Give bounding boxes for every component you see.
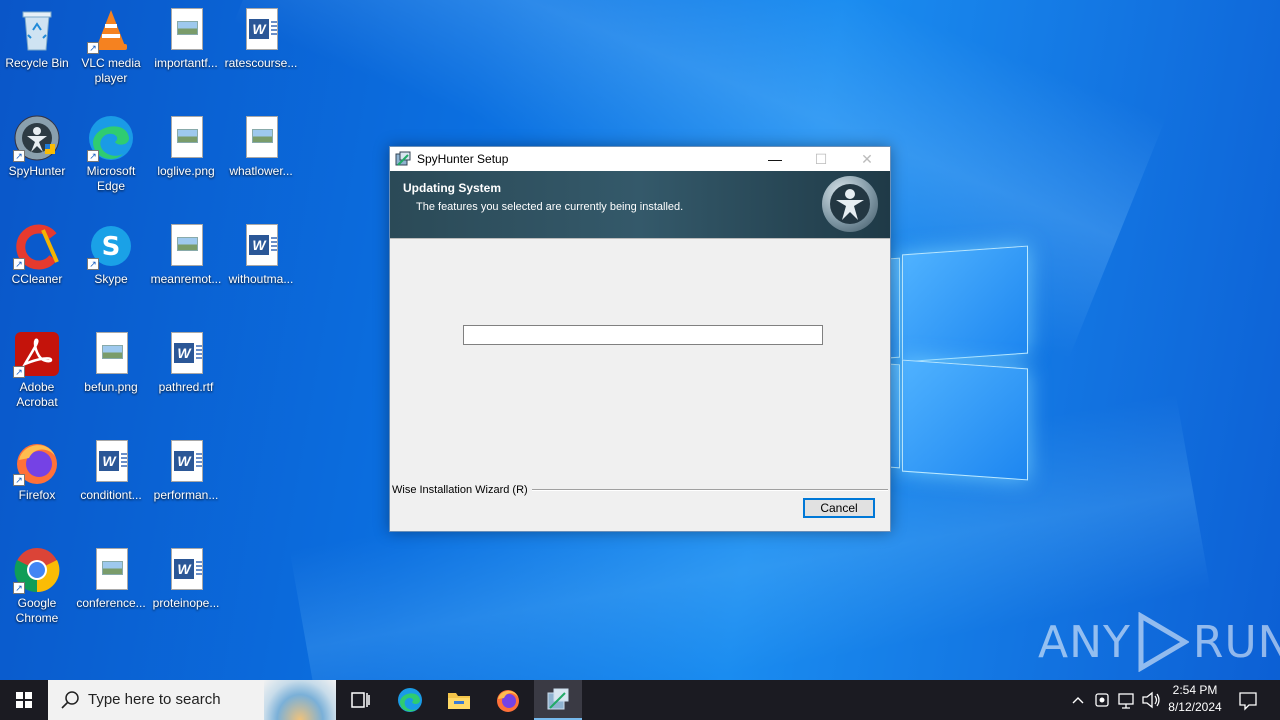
windows-logo-pane [902,359,1028,481]
tray-app-button[interactable] [1092,680,1112,720]
header-title: Updating System [403,181,502,195]
desktop-icon-microsoft-edge[interactable]: ↗ Microsoft Edge [74,114,148,194]
desktop-icon-spyhunter[interactable]: ↗ SpyHunter [0,114,74,179]
adobe-acrobat-icon: ↗ [13,330,61,378]
task-view-icon [351,692,370,708]
folder-icon [448,693,470,709]
taskbar-search-box[interactable]: Type here to search [48,680,336,720]
minimize-button[interactable]: — [752,147,798,171]
setup-app-icon [547,688,569,710]
search-icon [61,691,79,709]
word-document-icon: W [162,546,210,594]
image-file-icon [87,330,135,378]
setup-window: SpyHunter Setup — ☐ ✕ Updating System Th… [389,146,891,532]
recycle-bin-icon [13,6,61,54]
desktop-icon-befun-png[interactable]: befun.png [74,330,148,395]
desktop-icon-importantf[interactable]: importantf... [149,6,223,71]
taskbar-spyhunter-setup[interactable] [534,680,582,720]
cancel-button[interactable]: Cancel [803,498,875,518]
ccleaner-icon: ↗ [13,222,61,270]
clock-date: 8/12/2024 [1168,700,1222,714]
header-subtitle: The features you selected are currently … [416,201,684,213]
svg-text:S: S [102,232,121,262]
window-title: SpyHunter Setup [417,152,509,166]
spyhunter-logo-icon [822,176,878,232]
wizard-label: Wise Installation Wizard (R) [392,484,528,496]
windows-start-icon [16,692,32,708]
desktop-icon-firefox[interactable]: ↗ Firefox [0,438,74,503]
desktop-icon-skype[interactable]: S ↗ Skype [74,222,148,287]
chevron-up-icon [1072,697,1084,704]
image-file-icon [237,114,285,162]
install-progress-bar [463,325,823,345]
firefox-icon [497,690,519,712]
firefox-icon: ↗ [13,438,61,486]
word-document-icon: W [237,6,285,54]
search-highlight-image [264,680,336,720]
search-placeholder: Type here to search [88,691,221,708]
show-hidden-icons-button[interactable] [1068,680,1088,720]
desktop-icon-google-chrome[interactable]: ↗ Google Chrome [0,546,74,626]
setup-body: Wise Installation Wizard (R) Cancel [390,238,890,531]
desktop-icon-meanremot[interactable]: meanremot... [149,222,223,287]
setup-app-icon [395,151,411,167]
word-document-icon: W [162,438,210,486]
volume-button[interactable] [1140,680,1162,720]
desktop-icon-ratescourse[interactable]: W ratescourse... [224,6,298,71]
vlc-icon: ↗ [87,6,135,54]
desktop-icon-withoutma[interactable]: W withoutma... [224,222,298,287]
word-document-icon: W [87,438,135,486]
desktop-icon-adobe-acrobat[interactable]: ↗ Adobe Acrobat [0,330,74,410]
taskbar-file-explorer[interactable] [435,680,483,720]
word-document-icon: W [237,222,285,270]
task-view-button[interactable] [336,680,384,720]
desktop-icon-ccleaner[interactable]: ↗ CCleaner [0,222,74,287]
skype-icon: S ↗ [87,222,135,270]
image-file-icon [162,222,210,270]
close-button[interactable]: ✕ [844,147,890,171]
desktop-icon-recycle-bin[interactable]: Recycle Bin [0,6,74,71]
notifications-button[interactable] [1236,680,1260,720]
edge-icon [398,688,422,712]
network-button[interactable] [1116,680,1138,720]
image-file-icon [87,546,135,594]
taskbar-clock[interactable]: 2:54 PM 8/12/2024 [1160,682,1230,716]
desktop-icon-proteinope[interactable]: W proteinope... [149,546,223,611]
desktop-icon-loglive-png[interactable]: loglive.png [149,114,223,179]
edge-icon: ↗ [87,114,135,162]
desktop-icon-whatlower[interactable]: whatlower... [224,114,298,179]
volume-icon [1142,691,1160,709]
chrome-icon: ↗ [13,546,61,594]
taskbar-firefox[interactable] [484,680,532,720]
notification-icon [1239,692,1257,711]
maximize-button[interactable]: ☐ [798,147,844,171]
wizard-separator: Wise Installation Wizard (R) [392,484,888,496]
image-file-icon [162,6,210,54]
tray-app-icon [1095,693,1109,707]
image-file-icon [162,114,210,162]
desktop-icon-conditiont[interactable]: W conditiont... [74,438,148,503]
taskbar-edge[interactable] [386,680,434,720]
spyhunter-icon: ↗ [13,114,61,162]
taskbar: Type here to search 2:54 PM 8/12/2024 [0,680,1280,720]
network-icon [1118,693,1134,709]
word-document-icon: W [162,330,210,378]
anyrun-watermark: ANY RUN [1038,612,1280,672]
desktop-icon-performan[interactable]: W performan... [149,438,223,503]
start-button[interactable] [0,680,48,720]
setup-header-banner: Updating System The features you selecte… [390,171,890,238]
desktop-icon-conference[interactable]: conference... [74,546,148,611]
clock-time: 2:54 PM [1172,683,1218,697]
windows-logo-pane [902,245,1028,363]
window-titlebar[interactable]: SpyHunter Setup — ☐ ✕ [390,147,890,171]
desktop-icon-pathred-rtf[interactable]: W pathred.rtf [149,330,223,395]
desktop-icon-vlc[interactable]: ↗ VLC media player [74,6,148,86]
play-logo-icon [1138,612,1189,672]
